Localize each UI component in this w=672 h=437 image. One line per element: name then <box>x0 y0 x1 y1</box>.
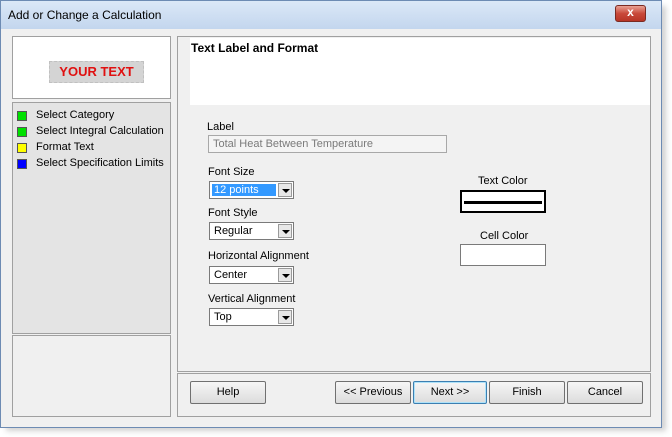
dialog-window: Add or Change a Calculation x YOUR TEXT … <box>0 0 662 428</box>
previous-button[interactable]: << Previous <box>335 381 411 404</box>
panel-title: Text Label and Format <box>191 41 319 55</box>
chevron-down-icon[interactable] <box>278 268 292 282</box>
step-label: Select Category <box>36 109 115 121</box>
button-bar: Help << Previous Next >> Finish Cancel <box>177 373 651 417</box>
title-bar[interactable]: Add or Change a Calculation x <box>1 1 661 29</box>
step-status-icon <box>17 159 27 169</box>
label-input[interactable]: Total Heat Between Temperature <box>208 135 447 153</box>
chevron-down-icon[interactable] <box>278 224 292 238</box>
close-button[interactable]: x <box>615 5 646 22</box>
label-caption: Label <box>207 121 234 133</box>
next-button[interactable]: Next >> <box>413 381 487 404</box>
step-label: Select Integral Calculation <box>36 125 164 137</box>
panel-header: Text Label and Format <box>190 38 650 105</box>
font-size-value: 12 points <box>212 184 276 196</box>
step-label: Select Specification Limits <box>36 157 164 169</box>
font-style-caption: Font Style <box>208 207 258 219</box>
horizontal-alignment-select[interactable]: Center <box>209 266 294 284</box>
lower-left-panel <box>12 335 171 417</box>
preview-text: YOUR TEXT <box>49 61 144 83</box>
step-label: Format Text <box>36 141 94 153</box>
vertical-alignment-select[interactable]: Top <box>209 308 294 326</box>
step-status-icon <box>17 127 27 137</box>
font-style-select[interactable]: Regular <box>209 222 294 240</box>
cell-color-caption: Cell Color <box>480 230 529 242</box>
text-preview-box: YOUR TEXT <box>12 36 171 99</box>
close-icon: x <box>627 5 634 19</box>
chevron-down-icon[interactable] <box>278 310 292 324</box>
step-status-icon <box>17 143 27 153</box>
chevron-down-icon[interactable] <box>278 183 292 197</box>
vertical-alignment-caption: Vertical Alignment <box>208 293 296 305</box>
cancel-button[interactable]: Cancel <box>567 381 643 404</box>
finish-button[interactable]: Finish <box>489 381 565 404</box>
horizontal-alignment-caption: Horizontal Alignment <box>208 250 309 262</box>
font-size-caption: Font Size <box>208 166 255 178</box>
wizard-steps-list: Select Category Select Integral Calculat… <box>12 102 171 334</box>
vertical-alignment-value: Top <box>214 311 232 323</box>
horizontal-alignment-value: Center <box>214 269 248 281</box>
text-color-picker[interactable] <box>460 190 546 213</box>
dialog-client-area: YOUR TEXT Select Category Select Integra… <box>8 30 654 422</box>
text-color-swatch <box>464 201 542 204</box>
step-status-icon <box>17 111 27 121</box>
font-style-value: Regular <box>214 225 253 237</box>
cell-color-picker[interactable] <box>460 244 546 266</box>
window-title: Add or Change a Calculation <box>8 8 162 22</box>
format-panel: Text Label and Format Label Total Heat B… <box>177 36 651 372</box>
help-button[interactable]: Help <box>190 381 266 404</box>
text-color-caption: Text Color <box>478 175 528 187</box>
font-size-select[interactable]: 12 points <box>209 181 294 199</box>
